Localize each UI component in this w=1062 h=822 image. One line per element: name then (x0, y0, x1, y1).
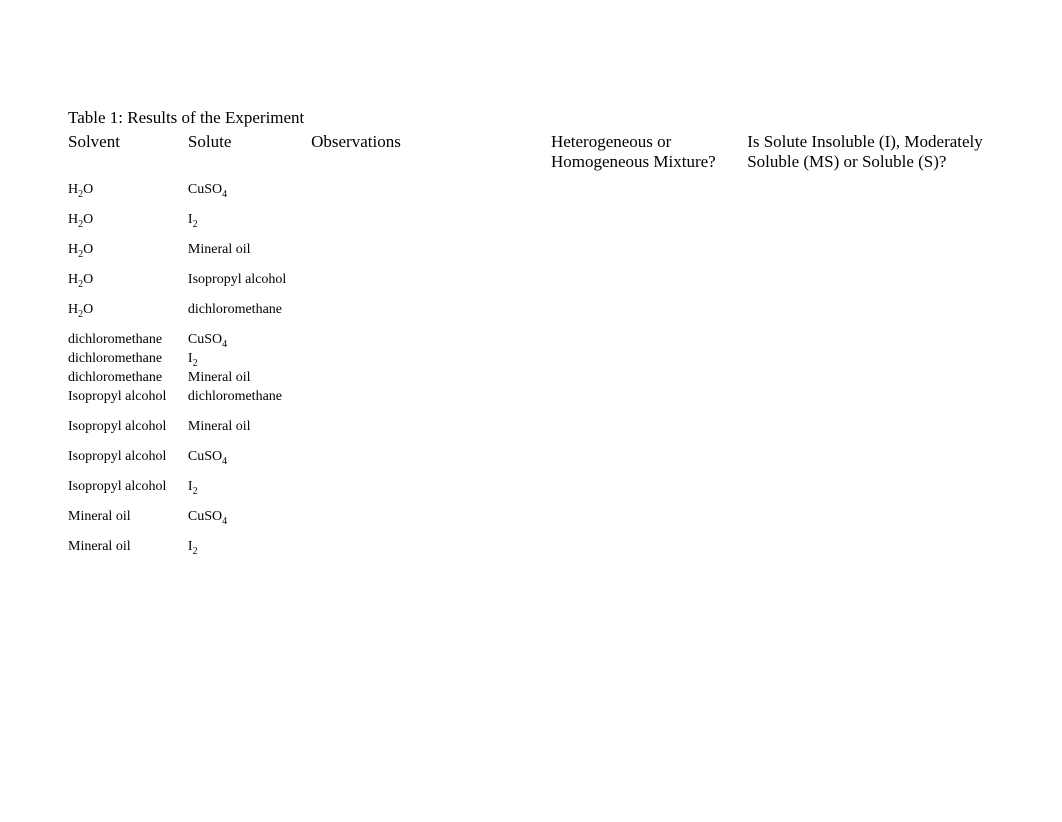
table-row: dichloromethaneCuSO4 (68, 332, 998, 351)
cell-solubility (747, 539, 998, 569)
table-row: H2OCuSO4 (68, 182, 998, 212)
cell-solute: dichloromethane (188, 302, 311, 332)
cell-solubility (747, 302, 998, 332)
cell-observations (311, 370, 551, 389)
cell-observations (311, 479, 551, 509)
cell-solvent: dichloromethane (68, 370, 188, 389)
cell-mixture (551, 212, 747, 242)
cell-mixture (551, 182, 747, 212)
cell-observations (311, 242, 551, 272)
header-solubility: Is Solute Insoluble (I), Moderately Solu… (747, 132, 998, 182)
cell-observations (311, 449, 551, 479)
cell-solvent: H2O (68, 272, 188, 302)
cell-mixture (551, 370, 747, 389)
cell-solubility (747, 242, 998, 272)
cell-mixture (551, 302, 747, 332)
cell-solubility (747, 272, 998, 302)
cell-observations (311, 419, 551, 449)
cell-solute: CuSO4 (188, 182, 311, 212)
cell-solvent: Isopropyl alcohol (68, 419, 188, 449)
cell-solubility (747, 182, 998, 212)
table-row: H2Odichloromethane (68, 302, 998, 332)
cell-observations (311, 509, 551, 539)
cell-mixture (551, 419, 747, 449)
cell-mixture (551, 242, 747, 272)
cell-solvent: H2O (68, 212, 188, 242)
table-row: Mineral oilCuSO4 (68, 509, 998, 539)
cell-solvent: dichloromethane (68, 332, 188, 351)
cell-solute: Isopropyl alcohol (188, 272, 311, 302)
table-row: dichloromethaneI2 (68, 351, 998, 370)
cell-mixture (551, 389, 747, 419)
cell-solvent: Mineral oil (68, 539, 188, 569)
cell-observations (311, 302, 551, 332)
cell-solute: I2 (188, 539, 311, 569)
cell-solute: Mineral oil (188, 242, 311, 272)
header-solvent: Solvent (68, 132, 188, 182)
cell-solvent: H2O (68, 182, 188, 212)
header-solute: Solute (188, 132, 311, 182)
cell-solubility (747, 449, 998, 479)
table-row: Isopropyl alcoholCuSO4 (68, 449, 998, 479)
cell-mixture (551, 351, 747, 370)
table-row: Isopropyl alcoholMineral oil (68, 419, 998, 449)
cell-solute: I2 (188, 212, 311, 242)
cell-mixture (551, 272, 747, 302)
cell-solubility (747, 351, 998, 370)
cell-solute: Mineral oil (188, 370, 311, 389)
cell-solvent: Isopropyl alcohol (68, 449, 188, 479)
cell-solubility (747, 370, 998, 389)
cell-solubility (747, 479, 998, 509)
table-header-row: Solvent Solute Observations Heterogeneou… (68, 132, 998, 182)
cell-observations (311, 539, 551, 569)
table-row: H2OIsopropyl alcohol (68, 272, 998, 302)
cell-solvent: Mineral oil (68, 509, 188, 539)
cell-mixture (551, 332, 747, 351)
cell-observations (311, 351, 551, 370)
table-row: H2OMineral oil (68, 242, 998, 272)
table-row: H2OI2 (68, 212, 998, 242)
cell-solute: dichloromethane (188, 389, 311, 419)
cell-solute: CuSO4 (188, 509, 311, 539)
cell-solvent: Isopropyl alcohol (68, 479, 188, 509)
cell-solvent: Isopropyl alcohol (68, 389, 188, 419)
cell-observations (311, 272, 551, 302)
cell-observations (311, 389, 551, 419)
cell-solubility (747, 332, 998, 351)
cell-mixture (551, 509, 747, 539)
cell-mixture (551, 449, 747, 479)
table-row: Mineral oilI2 (68, 539, 998, 569)
cell-solute: I2 (188, 351, 311, 370)
page-container: Table 1: Results of the Experiment Solve… (68, 108, 998, 569)
cell-solute: Mineral oil (188, 419, 311, 449)
cell-observations (311, 212, 551, 242)
table-row: dichloromethaneMineral oil (68, 370, 998, 389)
header-mixture: Heterogeneous or Homogeneous Mixture? (551, 132, 747, 182)
cell-solvent: H2O (68, 302, 188, 332)
cell-solvent: dichloromethane (68, 351, 188, 370)
cell-solubility (747, 419, 998, 449)
cell-observations (311, 332, 551, 351)
cell-solute: I2 (188, 479, 311, 509)
cell-observations (311, 182, 551, 212)
cell-solubility (747, 212, 998, 242)
cell-solubility (747, 389, 998, 419)
table-row: Isopropyl alcoholdichloromethane (68, 389, 998, 419)
experiment-table: Solvent Solute Observations Heterogeneou… (68, 132, 998, 569)
table-caption: Table 1: Results of the Experiment (68, 108, 998, 128)
cell-mixture (551, 479, 747, 509)
cell-mixture (551, 539, 747, 569)
cell-solubility (747, 509, 998, 539)
cell-solute: CuSO4 (188, 449, 311, 479)
header-observations: Observations (311, 132, 551, 182)
cell-solvent: H2O (68, 242, 188, 272)
table-row: Isopropyl alcoholI2 (68, 479, 998, 509)
cell-solute: CuSO4 (188, 332, 311, 351)
